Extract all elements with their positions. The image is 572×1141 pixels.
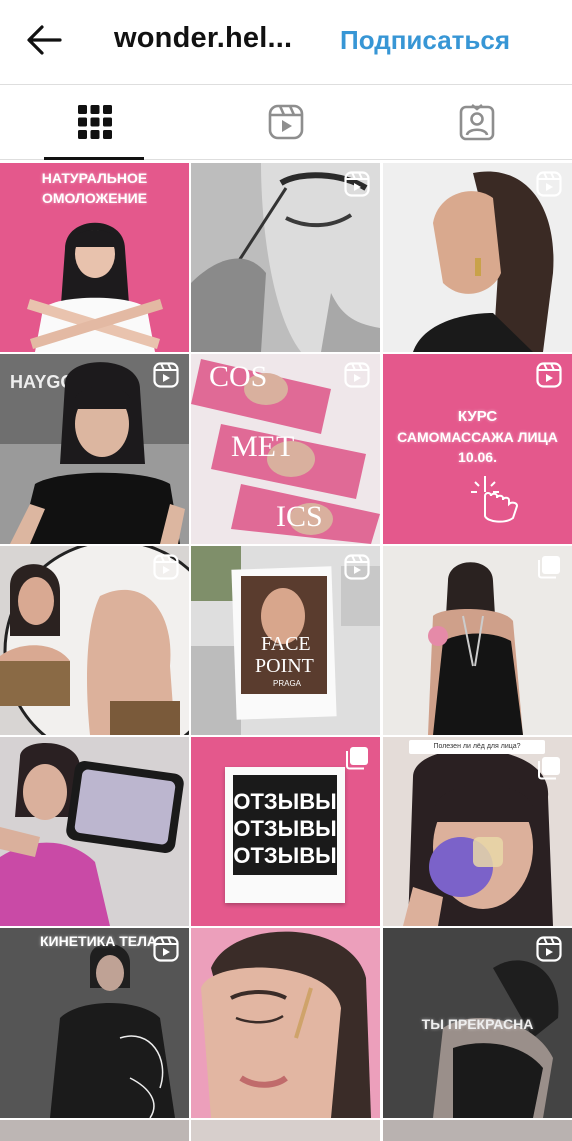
point-text: POINT <box>255 655 314 677</box>
reel-icon <box>536 171 562 197</box>
active-tab-indicator <box>44 157 144 160</box>
carousel-icon <box>538 556 560 579</box>
follow-button[interactable]: Подписаться <box>340 25 510 56</box>
carousel-icon <box>346 747 368 770</box>
woman-phone-photo <box>0 737 189 926</box>
profile-username: wonder.hel... <box>114 22 293 54</box>
grid-icon <box>78 105 112 139</box>
post-tile[interactable]: КУРС САМОМАССАЖА ЛИЦА 10.06. <box>383 354 572 544</box>
met-text: MET <box>231 430 294 463</box>
reels-icon <box>268 104 304 140</box>
post-tile[interactable] <box>191 1120 380 1141</box>
post-tile[interactable]: COS MET ICS <box>191 354 380 544</box>
post-tile[interactable] <box>0 546 189 735</box>
woman-serum-photo <box>191 928 380 1118</box>
reel-icon <box>153 362 179 388</box>
reviews-text: ОТЗЫВЫ <box>233 816 337 841</box>
profile-tabs <box>0 84 572 160</box>
reviews-box: ОТЗЫВЫ ОТЗЫВЫ ОТЗЫВЫ <box>233 775 337 875</box>
post-caption: КУРС <box>457 408 498 425</box>
post-tile[interactable]: Полезен ли лёд для лица? <box>383 737 572 926</box>
post-tile[interactable]: FACE POINT PRAGA <box>191 546 380 735</box>
tab-grid[interactable] <box>0 85 190 160</box>
back-arrow-icon[interactable] <box>24 22 64 58</box>
praga-text: PRAGA <box>273 679 302 688</box>
post-tile[interactable] <box>0 1120 189 1141</box>
post-tile[interactable]: НАТУРАЛЬНОЕ ОМОЛОЖЕНИЕ <box>0 163 189 352</box>
posts-grid: НАТУРАЛЬНОЕ ОМОЛОЖЕНИЕ HAYGO COS MET ICS… <box>0 163 572 1141</box>
post-tile[interactable] <box>191 928 380 1118</box>
post-caption: САМОМАССАЖА ЛИЦА <box>397 429 558 445</box>
reel-icon <box>344 171 370 197</box>
tagged-icon <box>459 103 495 141</box>
post-tile[interactable]: КИНЕТИКА ТЕЛА <box>0 928 189 1118</box>
post-tile[interactable] <box>0 737 189 926</box>
woman-photo <box>27 222 163 352</box>
poll-sticker: Полезен ли лёд для лица? <box>409 740 545 754</box>
post-tile[interactable] <box>383 1120 572 1141</box>
ics-text: ICS <box>276 500 323 533</box>
profile-header: wonder.hel... Подписаться <box>0 0 572 84</box>
post-tile[interactable]: ТЫ ПРЕКРАСНА <box>383 928 572 1118</box>
post-caption: 10.06. <box>458 449 497 465</box>
reel-icon <box>536 362 562 388</box>
post-caption: НАТУРАЛЬНОЕ <box>41 170 148 186</box>
tab-tagged[interactable] <box>382 85 572 159</box>
reel-icon <box>344 554 370 580</box>
post-tile[interactable]: HAYGO <box>0 354 189 544</box>
reel-icon <box>153 554 179 580</box>
reviews-text: ОТЗЫВЫ <box>233 843 337 868</box>
reel-icon <box>344 362 370 388</box>
reel-icon <box>536 936 562 962</box>
tab-reels[interactable] <box>191 85 381 159</box>
tap-hand-icon <box>471 476 519 523</box>
reviews-text: ОТЗЫВЫ <box>233 789 337 814</box>
post-caption: ТЫ ПРЕКРАСНА <box>421 1016 534 1032</box>
carousel-icon <box>538 757 560 780</box>
reel-icon <box>153 936 179 962</box>
post-caption: КИНЕТИКА ТЕЛА <box>40 933 158 949</box>
post-caption: ОМОЛОЖЕНИЕ <box>41 190 148 206</box>
post-tile[interactable] <box>191 163 380 352</box>
cos-text: COS <box>209 360 267 393</box>
post-tile[interactable]: ОТЗЫВЫ ОТЗЫВЫ ОТЗЫВЫ <box>191 737 380 926</box>
post-tile[interactable] <box>383 163 572 352</box>
post-tile[interactable] <box>383 546 572 735</box>
face-text: FACE <box>261 633 311 655</box>
polaroid-frame: ОТЗЫВЫ ОТЗЫВЫ ОТЗЫВЫ <box>225 767 345 903</box>
